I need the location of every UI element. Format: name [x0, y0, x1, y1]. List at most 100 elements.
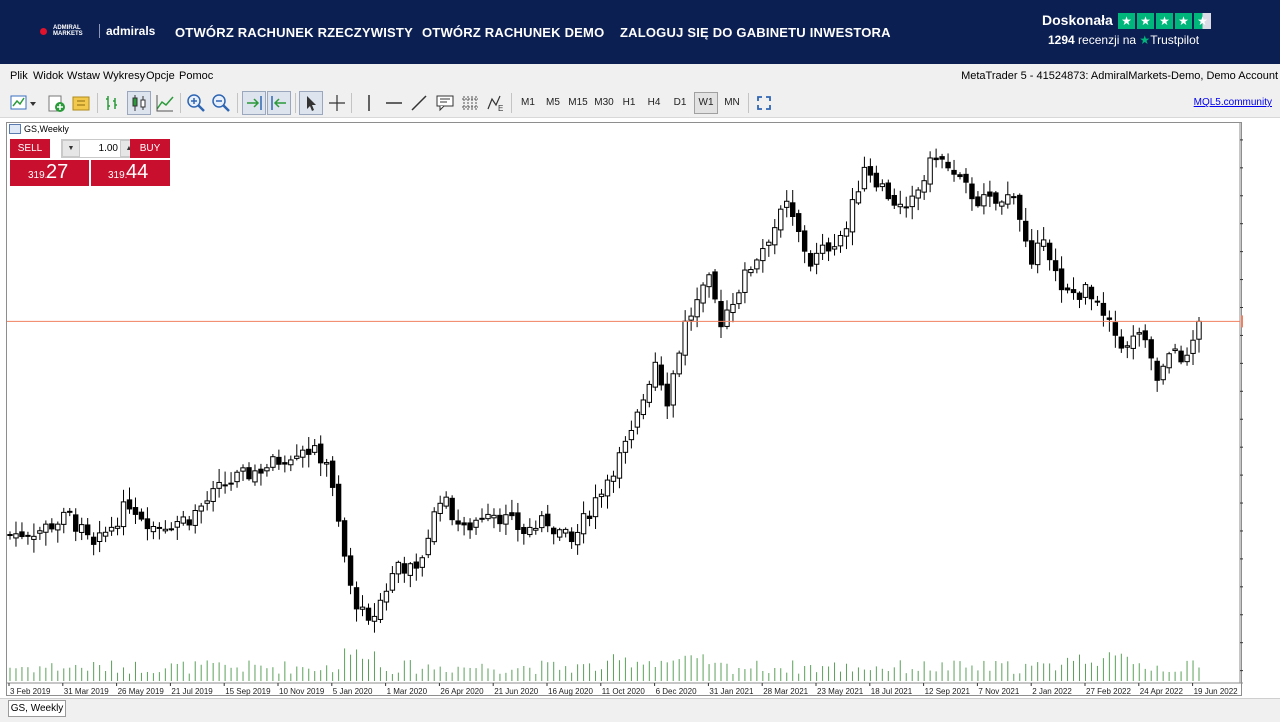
candle-body [1160, 365, 1166, 381]
menu-view[interactable]: Widok [33, 70, 64, 82]
candle-body [1094, 300, 1101, 303]
candle-body [1166, 353, 1172, 369]
candle-body [1034, 242, 1041, 266]
timeframe-m5[interactable]: M5 [542, 92, 564, 114]
candle-body [1130, 335, 1136, 349]
buy-price[interactable]: 319. 44 [91, 160, 170, 186]
cursor-tool-button[interactable] [299, 91, 323, 115]
menu-help[interactable]: Pomoc [179, 70, 213, 82]
candle-body [479, 517, 485, 520]
candle-body [688, 315, 694, 321]
fullscreen-button[interactable] [752, 91, 776, 115]
timeframe-mn[interactable]: MN [721, 92, 743, 114]
chart-window[interactable]: 426.07409.66393.25376.84360.43344.02327.… [6, 122, 1243, 697]
timeframe-m15[interactable]: M15 [566, 92, 590, 114]
trustpilot-reviews: 1294 recenzji na ★Trustpilot [1048, 33, 1199, 47]
zoom-out-button[interactable] [209, 91, 233, 115]
candle-body [1017, 194, 1023, 220]
volume-decrease-button[interactable]: ▼ [62, 140, 80, 157]
candle-body [676, 352, 682, 375]
candle-body [455, 520, 461, 525]
candle-body [592, 497, 599, 518]
timeframe-w1[interactable]: W1 [694, 92, 718, 114]
elliott-wave-button[interactable]: E [484, 91, 508, 115]
sell-price-prefix: 319. [28, 170, 48, 181]
zoom-in-button[interactable] [184, 91, 208, 115]
horizontal-line-button[interactable] [382, 91, 406, 115]
price-chart[interactable]: 426.07409.66393.25376.84360.43344.02327.… [7, 123, 1243, 697]
candle-body [461, 522, 467, 526]
bar-chart-button[interactable] [101, 91, 125, 115]
menu-charts[interactable]: Wykresy [103, 70, 145, 82]
candle-body [150, 526, 157, 533]
new-chart-button[interactable] [8, 91, 38, 115]
buy-button[interactable]: BUY [130, 139, 170, 158]
toolbar-separator [748, 93, 749, 113]
fullscreen-icon [757, 96, 771, 110]
candlestick-button[interactable] [127, 91, 151, 115]
reviews-word: recenzji na [1078, 33, 1137, 47]
time-tick-label: 11 Oct 2020 [602, 687, 646, 696]
candle-body [210, 488, 216, 502]
menu-insert[interactable]: Wstaw [67, 70, 100, 82]
candle-body [1064, 287, 1071, 291]
timeframe-m1[interactable]: M1 [517, 92, 539, 114]
candle-body [957, 174, 963, 178]
time-tick-label: 5 Jan 2020 [333, 687, 373, 696]
chart-shift-button[interactable] [267, 91, 291, 115]
new-order-button[interactable] [44, 91, 68, 115]
candle-body [383, 590, 390, 603]
fibonacci-button[interactable] [458, 91, 482, 115]
zoom-out-icon [212, 94, 230, 112]
timeframe-h1[interactable]: H1 [619, 92, 639, 114]
admirals-logo[interactable]: ADMIRAL MARKETS admirals [40, 24, 155, 38]
candle-body [13, 533, 19, 539]
open-demo-account-link[interactable]: OTWÓRZ RACHUNEK DEMO [422, 25, 604, 40]
chart-tab-gs-weekly[interactable]: GS, Weekly [8, 700, 66, 717]
candle-body [90, 536, 97, 545]
menu-options[interactable]: Opcje [146, 70, 175, 82]
vertical-line-button[interactable] [357, 91, 381, 115]
menu-file[interactable]: Plik [10, 70, 28, 82]
sell-price[interactable]: 319. 27 [10, 160, 89, 186]
line-chart-icon [156, 95, 174, 112]
toolbar-separator [180, 93, 181, 113]
chart-tabs-bar: GS, Weekly [0, 698, 1280, 722]
auto-scroll-button[interactable] [242, 91, 266, 115]
mql5-community-link[interactable]: MQL5.community [1194, 97, 1272, 108]
crosshair-tool-button[interactable] [325, 91, 349, 115]
candle-body [545, 513, 551, 527]
trustpilot-star-icon: ★ [1139, 33, 1151, 47]
toolbar: E M1 M5 M15 M30 H1 H4 D1 W1 MN MQL5.comm… [0, 88, 1280, 118]
chart-shift-icon [271, 96, 286, 110]
candle-body [407, 563, 414, 576]
trustpilot-stars: ★ ★ ★ ★ ★ [1118, 13, 1211, 29]
candle-body [921, 180, 927, 193]
candle-body [258, 468, 264, 474]
candle-body [282, 462, 288, 465]
candle-body [467, 522, 473, 531]
candle-body [234, 471, 240, 483]
line-chart-button[interactable] [153, 91, 177, 115]
candle-body [1178, 350, 1184, 363]
open-real-account-link[interactable]: OTWÓRZ RACHUNEK RZECZYWISTY [175, 25, 413, 40]
sell-button[interactable]: SELL [10, 139, 50, 158]
candle-body [1023, 220, 1029, 242]
toolbar-separator [511, 93, 512, 113]
candle-body [300, 449, 306, 458]
trustpilot-widget[interactable]: Doskonała ★ ★ ★ ★ ★ 1294 recenzji na ★Tr… [1042, 12, 1242, 47]
investor-login-link[interactable]: ZALOGUJ SIĘ DO GABINETU INWESTORA [620, 25, 891, 40]
candle-body [437, 502, 443, 514]
candle-body [999, 201, 1005, 207]
volume-input[interactable] [84, 141, 118, 156]
trend-line-button[interactable] [407, 91, 431, 115]
candle-body [748, 269, 754, 274]
timeframe-h4[interactable]: H4 [644, 92, 664, 114]
trade-button[interactable] [69, 91, 93, 115]
timeframe-d1[interactable]: D1 [670, 92, 690, 114]
candle-body [25, 534, 31, 537]
text-label-button[interactable] [433, 91, 457, 115]
candle-body [586, 515, 593, 519]
timeframe-m30[interactable]: M30 [592, 92, 616, 114]
candle-body [784, 200, 790, 208]
